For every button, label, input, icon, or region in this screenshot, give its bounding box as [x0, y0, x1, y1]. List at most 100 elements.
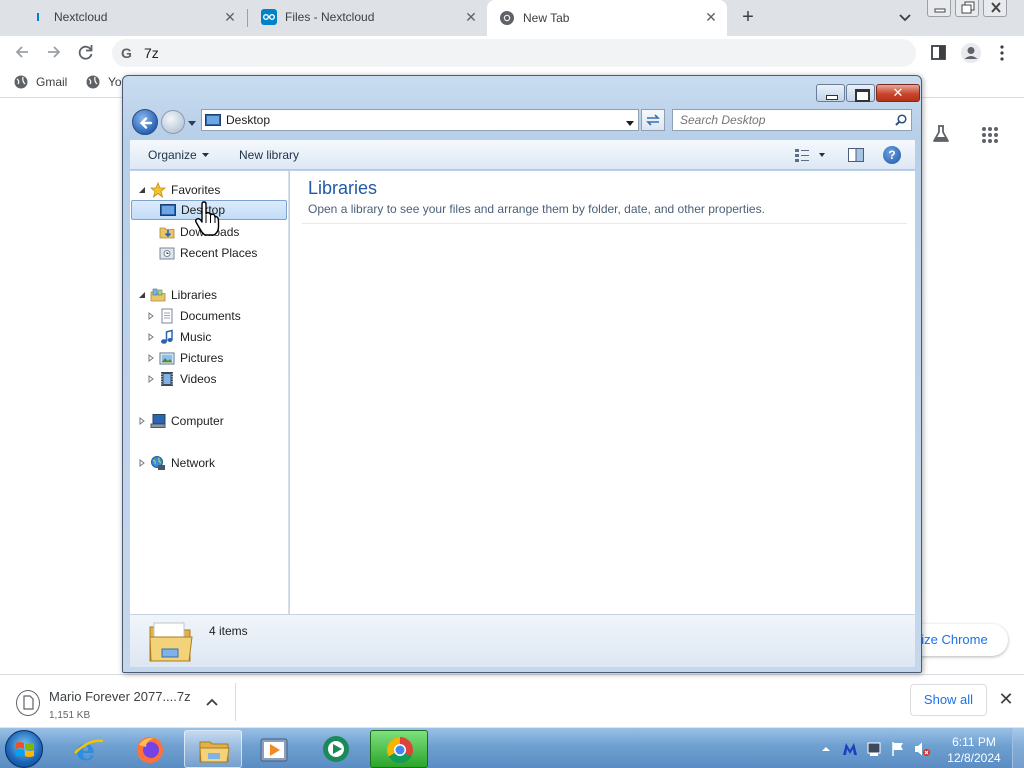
expanded-triangle-icon[interactable] — [138, 291, 146, 299]
collapsed-triangle-icon[interactable] — [138, 459, 146, 467]
tab-files-nextcloud[interactable]: Files - Nextcloud ✕ — [249, 0, 487, 34]
collapsed-triangle-icon[interactable] — [147, 312, 155, 320]
collapsed-triangle-icon[interactable] — [147, 375, 155, 383]
tab-nextcloud[interactable]: Nextcloud ✕ — [18, 0, 246, 34]
video-film-icon — [161, 372, 173, 386]
globe-icon — [14, 75, 28, 89]
taskbar-media-player[interactable] — [245, 730, 303, 768]
kebab-menu-icon[interactable] — [995, 44, 1013, 62]
downloads-folder-icon — [159, 227, 175, 239]
expanded-triangle-icon[interactable] — [138, 186, 146, 194]
search-box[interactable] — [672, 109, 912, 131]
pictures-icon — [159, 352, 175, 365]
profile-avatar-icon[interactable] — [960, 42, 982, 64]
tab-title: Files - Nextcloud — [285, 10, 375, 24]
nav-network[interactable]: Network — [138, 453, 215, 473]
documents-icon — [161, 308, 173, 324]
tab-new-tab[interactable]: New Tab ✕ — [487, 0, 727, 36]
tab-search-icon[interactable] — [896, 8, 914, 26]
new-library-button[interactable]: New library — [239, 148, 299, 162]
window-controls: ✕ — [815, 84, 920, 102]
collapsed-triangle-icon[interactable] — [147, 354, 155, 362]
content-pane[interactable]: Libraries Open a library to see your fil… — [290, 171, 915, 614]
taskbar-firefox[interactable] — [121, 730, 179, 768]
labs-flask-icon[interactable] — [931, 124, 951, 144]
nav-music[interactable]: Music — [147, 327, 211, 347]
show-all-button[interactable]: Show all — [910, 684, 987, 716]
navigation-pane: Favorites Desktop Downloads Recent Place… — [130, 171, 289, 614]
tab-close-icon[interactable]: ✕ — [463, 9, 479, 25]
taskbar-internet-explorer[interactable]: e — [60, 730, 118, 768]
nav-label: Network — [171, 456, 216, 470]
reload-icon[interactable] — [76, 42, 96, 62]
show-hidden-icons-icon[interactable] — [821, 743, 831, 753]
nav-documents[interactable]: Documents — [147, 306, 241, 326]
change-view-icon[interactable] — [794, 147, 830, 163]
omnibox-text: 7z — [144, 45, 159, 61]
nav-recent-places[interactable]: Recent Places — [159, 243, 257, 263]
windows-explorer-icon — [199, 741, 230, 763]
internet-explorer-icon: e — [74, 733, 104, 765]
nav-favorites[interactable]: Favorites — [138, 180, 220, 200]
organize-button[interactable]: Organize — [148, 148, 209, 162]
libraries-description: Open a library to see your files and arr… — [308, 202, 765, 216]
volume-muted-icon[interactable] — [914, 741, 930, 757]
browser-restore-button[interactable] — [955, 0, 979, 17]
back-button[interactable] — [132, 109, 158, 135]
nextcloud-favicon — [261, 9, 277, 25]
forward-button[interactable] — [161, 110, 185, 134]
forward-arrow-icon[interactable] — [44, 42, 64, 62]
side-panel-icon[interactable] — [930, 44, 948, 62]
address-dropdown-icon[interactable] — [626, 116, 634, 126]
action-center-flag-icon[interactable] — [890, 741, 906, 757]
minimize-button[interactable] — [816, 84, 845, 102]
tab-close-icon[interactable]: ✕ — [703, 9, 719, 25]
nav-computer[interactable]: Computer — [138, 411, 224, 431]
show-desktop-button[interactable] — [1012, 728, 1024, 768]
device-tray-icon[interactable] — [866, 741, 882, 757]
star-icon — [150, 182, 166, 198]
search-input[interactable] — [673, 110, 883, 130]
chevron-up-icon[interactable] — [205, 695, 219, 709]
desktop-icon — [205, 114, 221, 126]
taskbar-app[interactable] — [307, 730, 365, 768]
svg-text:G: G — [121, 45, 132, 61]
omnibox[interactable]: G 7z — [112, 39, 916, 67]
tab-title: New Tab — [523, 11, 570, 25]
start-button[interactable] — [5, 730, 43, 768]
recent-pages-dropdown-icon[interactable] — [187, 117, 197, 127]
download-item[interactable]: Mario Forever 2077....7z 1,151 KB — [12, 681, 236, 723]
refresh-button[interactable] — [641, 109, 665, 131]
collapsed-triangle-icon[interactable] — [138, 417, 146, 425]
antivirus-tray-icon[interactable] — [842, 741, 858, 757]
collapsed-triangle-icon[interactable] — [147, 333, 155, 341]
taskbar-chrome[interactable] — [370, 730, 428, 768]
browser-close-button[interactable] — [983, 0, 1007, 17]
search-icon[interactable] — [895, 114, 907, 126]
bookmark-gmail[interactable]: Gmail — [14, 75, 67, 89]
preview-pane-icon[interactable] — [848, 147, 864, 163]
close-button[interactable]: ✕ — [876, 84, 920, 102]
tab-close-icon[interactable]: ✕ — [222, 9, 238, 25]
help-icon[interactable]: ? — [883, 146, 901, 164]
taskbar-windows-explorer[interactable] — [184, 730, 242, 768]
close-download-bar-icon[interactable]: ✕ — [997, 690, 1015, 708]
back-arrow-icon[interactable] — [12, 42, 32, 62]
maximize-button[interactable] — [846, 84, 875, 102]
address-bar[interactable]: Desktop — [201, 109, 639, 131]
google-apps-icon[interactable] — [981, 126, 999, 144]
tab-separator — [247, 9, 248, 27]
nav-pictures[interactable]: Pictures — [147, 348, 223, 368]
new-tab-icon[interactable]: + — [738, 7, 758, 27]
media-player-icon — [260, 738, 288, 762]
nav-videos[interactable]: Videos — [147, 369, 216, 389]
download-bar: Mario Forever 2077....7z 1,151 KB Show a… — [0, 674, 1024, 727]
system-clock[interactable]: 6:11 PM 12/8/2024 — [944, 734, 1004, 766]
browser-minimize-button[interactable] — [927, 0, 951, 17]
nav-label: Favorites — [171, 183, 221, 197]
explorer-window[interactable]: ✕ Desktop Organize New library — [122, 75, 922, 673]
browser-caption-buttons — [927, 0, 1011, 17]
nav-libraries[interactable]: Libraries — [138, 285, 217, 305]
bookmark-youtube[interactable]: Yo — [86, 75, 122, 89]
chrome-icon — [386, 736, 413, 764]
